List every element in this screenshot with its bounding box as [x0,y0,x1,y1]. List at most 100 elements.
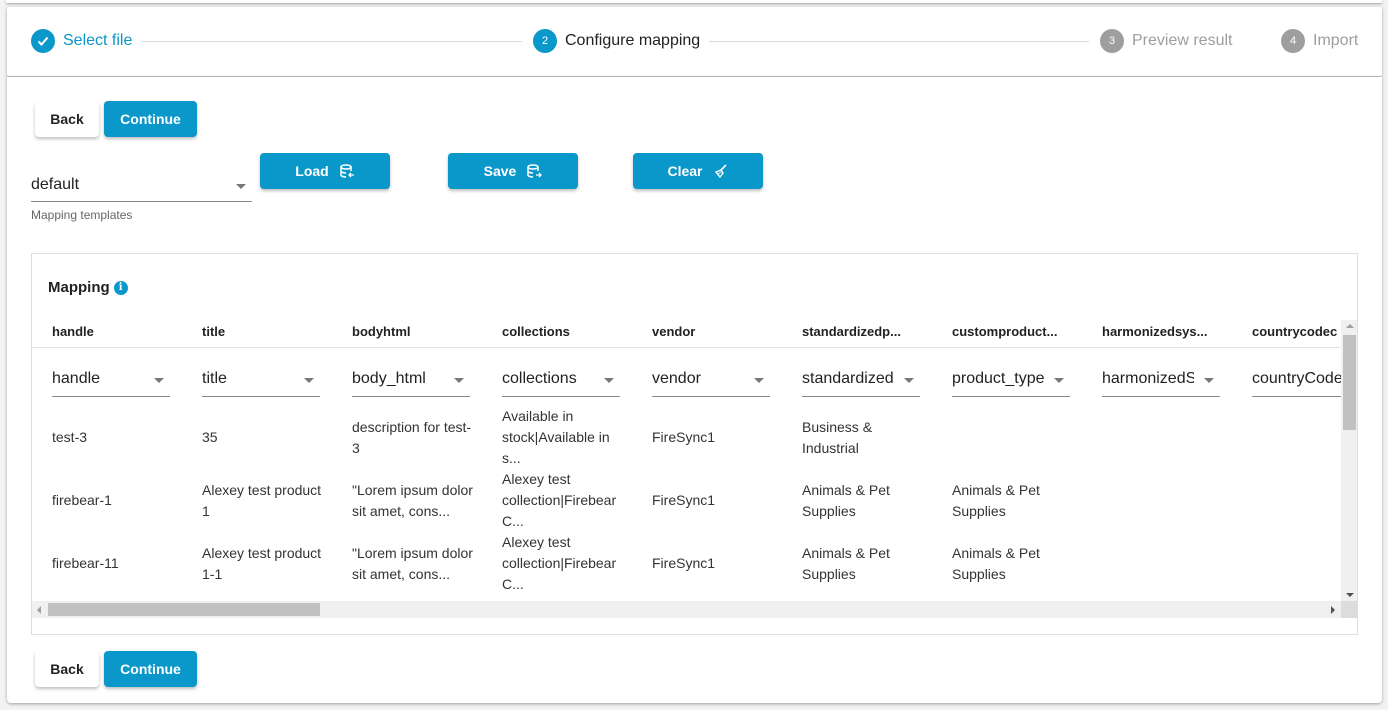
save-label: Save [483,163,517,179]
column-header: customproduct... [952,324,1058,339]
table-cell: Animals & Pet Supplies [952,544,1040,582]
table-cell [1252,469,1342,532]
dropdown-caret-icon [1054,378,1064,383]
scrollbar-corner [1341,601,1357,618]
column-header: harmonizedsys... [1102,324,1208,339]
load-template-button[interactable]: Load [260,153,390,189]
horizontal-scrollbar[interactable] [32,601,1341,618]
table-cell: Alexey test collection|Firebear C... [502,471,617,529]
horizontal-scroll-thumb[interactable] [48,603,320,616]
step-number: 3 [1100,29,1124,53]
table-cell: Alexey test collection|Firebear C... [502,534,617,592]
table-cell: 35 [202,429,218,445]
step-import[interactable]: 4 Import [1281,29,1358,53]
table-cell: Business & Industrial [802,418,873,456]
column-header: handle [52,324,94,339]
field-select-value: collections [502,370,577,387]
field-select-value: harmonizedS [1102,370,1194,387]
clear-mapping-button[interactable]: Clear [633,153,763,189]
column-header: standardizedp... [802,324,901,339]
step-label: Preview result [1132,32,1233,49]
step-connector [142,41,522,42]
table-cell: Animals & Pet Supplies [802,481,890,519]
template-helper-text: Mapping templates [31,208,133,222]
scroll-up-icon[interactable] [1346,324,1354,328]
dropdown-caret-icon [1204,378,1214,383]
vertical-scroll-thumb[interactable] [1343,335,1356,430]
mapping-template-select[interactable]: default [31,172,252,202]
save-template-button[interactable]: Save [448,153,578,189]
step-label: Import [1313,32,1359,49]
table-cell: Animals & Pet Supplies [802,544,890,582]
field-select[interactable]: collections [502,362,620,397]
step-configure-mapping[interactable]: 2 Configure mapping [533,29,700,53]
dropdown-caret-icon [454,378,464,383]
column-header: title [202,324,226,339]
mapping-panel: Back Continue default Mapping templates … [7,77,1382,703]
field-select-value: body_html [352,370,426,387]
table-cell [1102,406,1227,469]
field-select[interactable]: handle [52,362,170,397]
field-select-value: product_type [952,370,1044,387]
template-selected-value: default [31,176,80,193]
mapping-table-card: Mapping i handle title bodyhtml collecti… [31,253,1358,635]
column-header: countrycodec [1252,324,1338,339]
field-select[interactable]: harmonizedS [1102,362,1220,397]
dropdown-caret-icon [754,378,764,383]
step-number: 2 [533,29,557,53]
field-select[interactable]: standardized [802,362,920,397]
import-stepper: Select file 2 Configure mapping 3 Previe… [7,7,1382,76]
continue-button-bottom[interactable]: Continue [104,651,197,687]
step-preview-result[interactable]: 3 Preview result [1100,29,1232,53]
table-cell: FireSync1 [652,429,716,445]
mapping-title-text: Mapping [48,279,110,296]
field-select-value: standardized [802,370,894,387]
field-select-value: countryCode [1252,370,1342,387]
column-header: collections [502,324,570,339]
field-select[interactable]: product_type [952,362,1070,397]
table-cell: Alexey test product 1 [202,481,322,519]
step-number: 4 [1281,29,1305,53]
top-edge [6,0,1382,3]
table-cell [1252,532,1342,595]
broom-icon [714,164,727,179]
mapping-grid: handle title bodyhtml collections vendor… [32,314,1342,602]
column-header: bodyhtml [352,324,411,339]
vertical-scrollbar[interactable] [1341,320,1357,603]
back-button-bottom[interactable]: Back [35,651,99,687]
field-select[interactable]: vendor [652,362,770,397]
table-cell: "Lorem ipsum dolor sit amet, cons... [352,481,473,519]
field-select[interactable]: body_html [352,362,470,397]
load-label: Load [295,163,329,179]
table-cell: "Lorem ipsum dolor sit amet, cons... [352,544,473,582]
field-select-value: title [202,370,227,387]
table-cell: firebear-11 [52,555,119,571]
field-select[interactable]: countryCode [1252,362,1342,397]
table-cell [1252,406,1342,469]
column-header: vendor [652,324,696,339]
clear-label: Clear [667,163,703,179]
table-cell: Available in stock|Available in s... [502,408,610,466]
info-icon[interactable]: i [113,280,128,295]
database-import-icon [339,164,354,178]
table-cell: description for test-3 [352,418,472,456]
dropdown-caret-icon [236,184,246,189]
table-cell [952,406,1077,469]
table-cell: FireSync1 [652,492,716,508]
dropdown-caret-icon [604,378,614,383]
database-export-icon [527,164,543,178]
check-icon [31,29,55,53]
field-select[interactable]: title [202,362,320,397]
scroll-down-icon[interactable] [1346,593,1354,597]
scroll-left-icon[interactable] [37,606,41,614]
back-button-top[interactable]: Back [35,101,99,137]
continue-button-top[interactable]: Continue [104,101,197,137]
field-select-value: handle [52,370,101,387]
mapping-title: Mapping i [48,279,128,296]
dropdown-caret-icon [304,378,314,383]
scroll-right-icon[interactable] [1331,606,1335,614]
field-select-value: vendor [652,370,701,387]
table-cell: firebear-1 [52,492,112,508]
table-cell [1102,469,1227,532]
step-select-file[interactable]: Select file [31,29,132,53]
